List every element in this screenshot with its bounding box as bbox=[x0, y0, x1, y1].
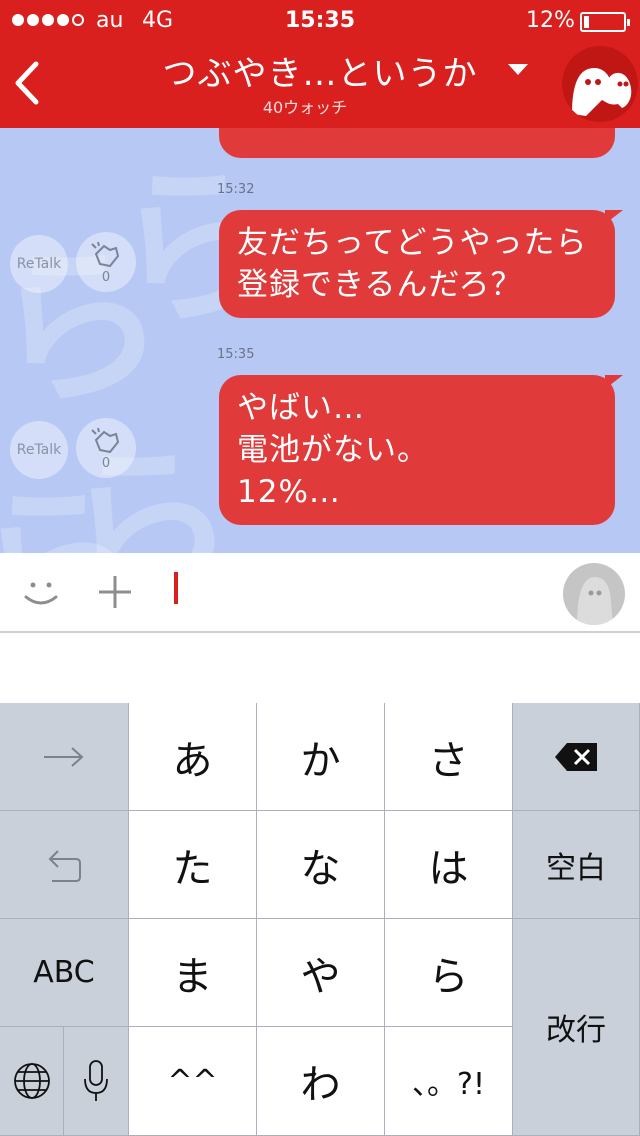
key-a[interactable]: あ bbox=[129, 703, 257, 811]
globe-icon bbox=[13, 1063, 50, 1099]
microphone-icon bbox=[84, 1060, 108, 1101]
message-line: 電池がない。 bbox=[237, 432, 429, 468]
clap-icon bbox=[91, 427, 120, 454]
text-cursor bbox=[174, 572, 178, 604]
key-ra[interactable]: ら bbox=[385, 919, 513, 1027]
battery-nub bbox=[627, 19, 630, 26]
message-input[interactable] bbox=[170, 565, 550, 611]
message-line: やばい… bbox=[237, 390, 365, 426]
battery-fill bbox=[584, 16, 589, 28]
message-bubble[interactable]: やばい… 電池がない。 12%… bbox=[219, 375, 623, 525]
key-abc[interactable]: ABC bbox=[0, 919, 129, 1027]
chat-area[interactable]: ら ら ら ら 15:32 ReTalk 0 友だちってどうやったら 登録できる… bbox=[0, 128, 640, 553]
avatar[interactable] bbox=[562, 46, 638, 122]
key-space[interactable]: 空白 bbox=[513, 811, 640, 919]
message-line: 友だちってどうやったら bbox=[237, 225, 588, 261]
key-return[interactable]: 改行 bbox=[513, 919, 640, 1136]
message-line: 登録できるんだろ？ bbox=[237, 267, 523, 303]
key-arrow-right[interactable] bbox=[0, 703, 129, 811]
key-ya[interactable]: や bbox=[257, 919, 385, 1027]
ghost-avatar-icon bbox=[572, 68, 632, 116]
key-na[interactable]: な bbox=[257, 811, 385, 919]
message-bubble[interactable]: 友だちってどうやったら 登録できるんだろ？ bbox=[219, 210, 623, 318]
key-ta[interactable]: た bbox=[129, 811, 257, 919]
retalk-button[interactable]: ReTalk bbox=[10, 235, 68, 293]
chevron-down-icon[interactable] bbox=[508, 64, 528, 75]
message-time: 15:35 bbox=[217, 347, 255, 362]
emoji-icon[interactable] bbox=[20, 571, 62, 613]
key-kaomoji[interactable]: ^^ bbox=[129, 1027, 257, 1136]
key-mic[interactable] bbox=[64, 1027, 129, 1136]
key-ma[interactable]: ま bbox=[129, 919, 257, 1027]
message-bubble-partial bbox=[219, 128, 615, 158]
ghost-avatar-icon bbox=[577, 577, 613, 625]
battery-icon bbox=[580, 12, 630, 32]
clap-count: 0 bbox=[101, 270, 111, 285]
bubble-tail bbox=[605, 210, 623, 224]
key-undo[interactable] bbox=[0, 811, 129, 919]
key-punctuation[interactable]: 、。?! bbox=[385, 1027, 513, 1136]
clap-button[interactable]: 0 bbox=[76, 232, 136, 292]
clap-icon bbox=[91, 241, 120, 268]
key-ka[interactable]: か bbox=[257, 703, 385, 811]
key-wa[interactable]: わ bbox=[257, 1027, 385, 1136]
back-button[interactable] bbox=[10, 58, 50, 108]
message-input-bar bbox=[0, 553, 640, 633]
status-bar: au 4G 15:35 12% bbox=[0, 0, 640, 40]
key-ha[interactable]: は bbox=[385, 811, 513, 919]
key-backspace[interactable] bbox=[513, 703, 640, 811]
undo-icon bbox=[48, 849, 81, 882]
arrow-right-icon bbox=[44, 746, 84, 767]
bubble-tail bbox=[605, 375, 623, 389]
header: au 4G 15:35 12% つぶやき…というか 40ウォッチ bbox=[0, 0, 640, 128]
key-sa[interactable]: さ bbox=[385, 703, 513, 811]
retalk-button[interactable]: ReTalk bbox=[10, 421, 68, 479]
message-time: 15:32 bbox=[217, 182, 255, 197]
page-title[interactable]: つぶやき…というか bbox=[150, 46, 490, 95]
clap-count: 0 bbox=[101, 456, 111, 471]
backspace-icon bbox=[555, 742, 597, 771]
sender-avatar[interactable] bbox=[563, 563, 625, 625]
plus-icon[interactable] bbox=[96, 573, 134, 611]
watch-count: 40ウォッチ bbox=[262, 98, 348, 117]
keyboard: あ か さ た な は 空白 ABC ま や ら 改行 ^^ わ 、。?! bbox=[0, 703, 640, 1136]
key-globe[interactable] bbox=[0, 1027, 64, 1136]
chevron-left-icon bbox=[15, 61, 39, 105]
clap-button[interactable]: 0 bbox=[76, 418, 136, 478]
battery-percent: 12% bbox=[526, 8, 575, 33]
message-line: 12%… bbox=[237, 474, 341, 510]
